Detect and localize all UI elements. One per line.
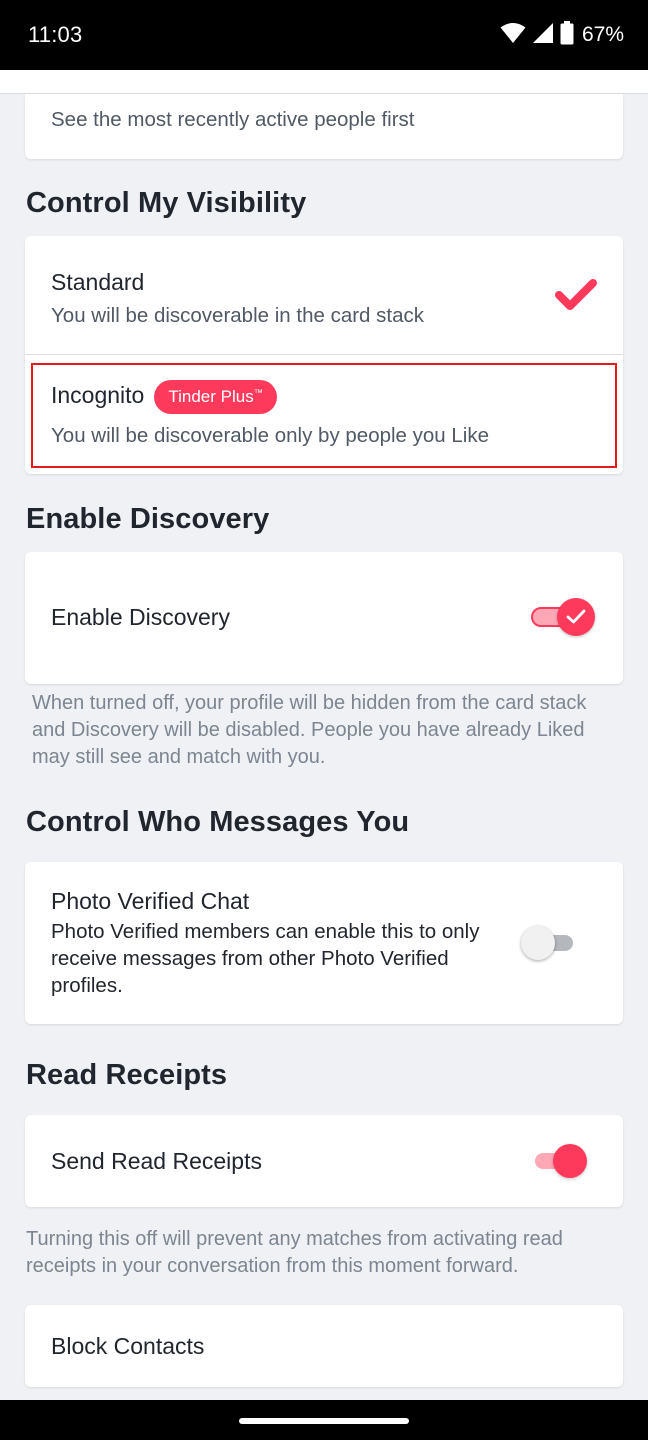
recently-active-card[interactable]: See the most recently active people firs… xyxy=(25,94,623,159)
battery-icon xyxy=(560,20,574,50)
discovery-toggle-knob xyxy=(557,598,595,636)
incognito-highlight xyxy=(31,363,617,468)
discovery-section-title: Enable Discovery xyxy=(26,503,270,535)
header-edge xyxy=(0,70,648,94)
visibility-option-standard[interactable]: Standard You will be discoverable in the… xyxy=(25,236,623,355)
signal-icon xyxy=(532,22,554,49)
block-contacts-card[interactable]: Block Contacts xyxy=(25,1305,623,1387)
standard-subtitle: You will be discoverable in the card sta… xyxy=(51,304,425,327)
read-receipts-helper-text: Turning this off will prevent any matche… xyxy=(26,1228,563,1277)
block-contacts-label: Block Contacts xyxy=(51,1333,205,1359)
status-bar: 11:03 67% xyxy=(0,0,648,70)
photo-verified-toggle-knob xyxy=(521,926,555,960)
discovery-helper-text: When turned off, your profile will be hi… xyxy=(32,692,587,768)
photo-verified-subtitle: Photo Verified members can enable this t… xyxy=(51,920,480,997)
visibility-section-title: Control My Visibility xyxy=(26,187,307,219)
read-receipts-card: Send Read Receipts xyxy=(25,1115,623,1207)
photo-verified-toggle[interactable] xyxy=(521,925,577,961)
photo-verified-label: Photo Verified Chat xyxy=(51,888,250,914)
read-receipts-section-title: Read Receipts xyxy=(26,1059,228,1091)
battery-percent: 67% xyxy=(581,23,624,46)
status-time: 11:03 xyxy=(28,22,83,47)
wifi-icon xyxy=(500,22,526,49)
photo-verified-card: Photo Verified Chat Photo Verified membe… xyxy=(25,862,623,1024)
read-receipts-toggle-knob xyxy=(553,1144,587,1178)
read-receipts-label: Send Read Receipts xyxy=(51,1148,262,1174)
standard-label: Standard xyxy=(51,269,145,295)
status-icons: 67% xyxy=(500,20,624,50)
toggle-check-icon xyxy=(566,609,586,630)
read-receipts-toggle[interactable] xyxy=(533,1143,589,1179)
check-icon xyxy=(555,278,597,317)
discovery-card: Enable Discovery xyxy=(25,552,623,684)
discovery-toggle[interactable] xyxy=(529,597,597,637)
recently-active-subtitle: See the most recently active people firs… xyxy=(51,108,415,131)
discovery-label: Enable Discovery xyxy=(51,604,230,630)
messages-section-title: Control Who Messages You xyxy=(26,806,410,838)
home-gesture-handle[interactable] xyxy=(239,1418,409,1424)
navigation-bar xyxy=(0,1400,648,1440)
